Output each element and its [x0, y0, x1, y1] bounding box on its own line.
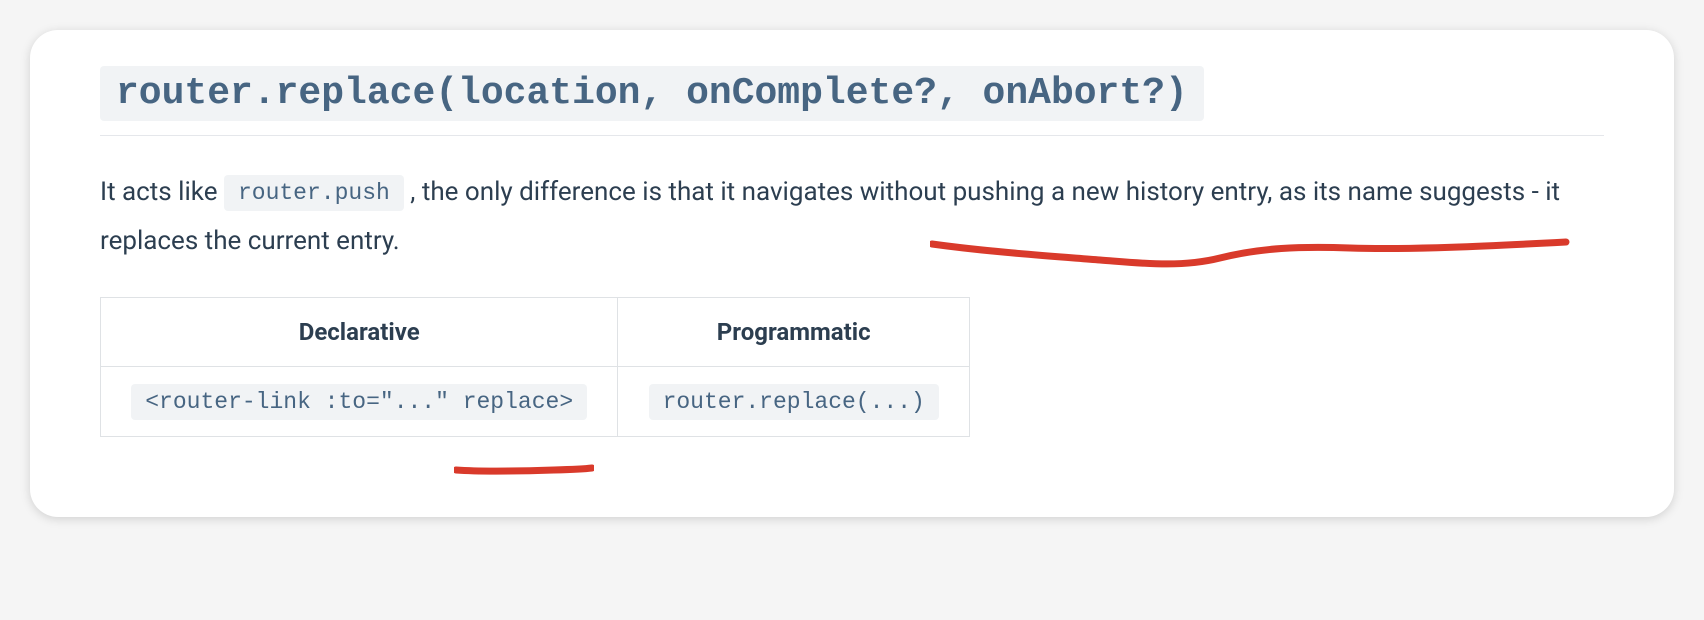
inline-code-router-push: router.push	[224, 175, 404, 211]
api-heading: router.replace(location, onComplete?, on…	[100, 66, 1204, 121]
table-cell-declarative: <router-link :to="..." replace>	[101, 366, 618, 436]
table-cell-programmatic: router.replace(...)	[618, 366, 970, 436]
doc-card: router.replace(location, onComplete?, on…	[30, 30, 1674, 517]
comparison-table: Declarative Programmatic <router-link :t…	[100, 297, 970, 437]
heading-divider	[100, 135, 1604, 136]
description-paragraph: It acts like router.push , the only diff…	[100, 168, 1604, 267]
table-header-programmatic: Programmatic	[618, 297, 970, 366]
inline-code-declarative: <router-link :to="..." replace>	[131, 384, 587, 420]
inline-code-programmatic: router.replace(...)	[649, 384, 939, 420]
text-before-code: It acts like	[100, 177, 224, 207]
api-heading-wrapper: router.replace(location, onComplete?, on…	[100, 66, 1604, 121]
table-row: <router-link :to="..." replace> router.r…	[101, 366, 970, 436]
annotation-underline-2	[454, 462, 594, 478]
table-header-declarative: Declarative	[101, 297, 618, 366]
